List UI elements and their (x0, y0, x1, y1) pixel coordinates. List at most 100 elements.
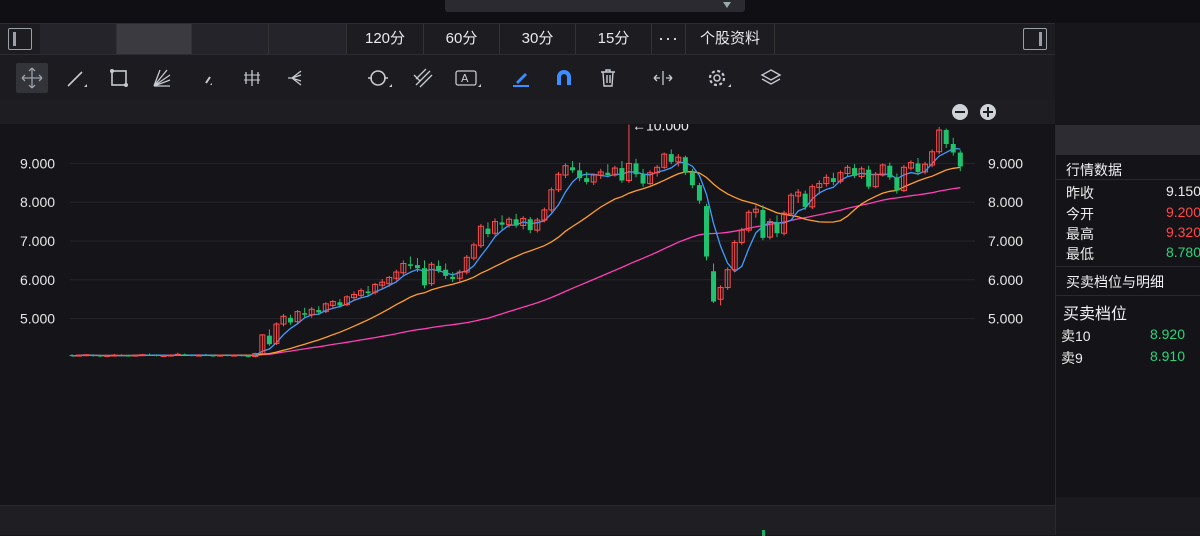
order-book-detail-title[interactable]: 买卖档位与明细 (1066, 272, 1164, 292)
tab-60min[interactable]: 60分 (424, 24, 500, 54)
candle-body-down (118, 355, 124, 357)
low-label: 最低 (1066, 246, 1094, 262)
fib-icon[interactable] (279, 63, 311, 93)
high-label: 最高 (1066, 226, 1094, 242)
low-value: 8.780 (1165, 244, 1200, 260)
candle-body-down (407, 264, 413, 266)
candle-body-down (414, 265, 420, 269)
candle-body-down (619, 168, 625, 181)
candle-body-down (957, 152, 963, 167)
candle-body-down (450, 276, 456, 280)
side-panel-footer (1056, 497, 1200, 535)
search-input[interactable] (445, 0, 745, 12)
y-tick-label-right: 6.000 (988, 272, 1023, 288)
moving-average-lines (71, 147, 961, 357)
candle-body-down (499, 222, 505, 225)
side-panel-header (1056, 125, 1200, 155)
high-row: 最高 9.320 (1066, 224, 1200, 244)
candle-body-down (337, 302, 343, 306)
y-tick-label-right: 9.000 (988, 155, 1023, 171)
arrow-icon[interactable] (192, 63, 224, 93)
settings-icon[interactable] (702, 63, 734, 93)
text-icon[interactable]: A (452, 63, 484, 93)
period-tab-blank-1[interactable] (40, 24, 117, 54)
candle-body-down (584, 178, 590, 183)
tab-15min[interactable]: 15分 (576, 24, 652, 54)
fan-icon[interactable] (146, 63, 178, 93)
pen-icon[interactable] (505, 63, 537, 93)
candle-body-down (436, 265, 442, 271)
chart-annotations: ←10.000 (632, 124, 689, 134)
line-icon[interactable] (60, 63, 92, 93)
magnet-icon[interactable] (548, 63, 580, 93)
y-axis-left: 9.000 8.000 7.000 6.000 5.000 (20, 155, 55, 326)
period-tab-blank-4[interactable] (269, 24, 347, 54)
candle-body-down (90, 355, 96, 357)
tab-30min[interactable]: 30分 (500, 24, 576, 54)
cycle-icon[interactable] (363, 63, 395, 93)
candle-body-down (760, 209, 766, 238)
chart-header-strip (0, 100, 1055, 124)
y-tick-label-right: 5.000 (988, 311, 1023, 327)
candle-body-down (704, 206, 709, 257)
candle-body-down (443, 269, 449, 276)
candle-body-down (210, 355, 216, 357)
more-periods-button[interactable]: ··· (652, 24, 686, 54)
candle-body-down (527, 219, 533, 231)
zoom-in-icon[interactable] (979, 103, 997, 121)
candle-body-up (231, 354, 238, 357)
candle-body-down (830, 178, 836, 183)
candle-body-down (182, 354, 188, 356)
ask10-value: 8.920 (1149, 326, 1185, 342)
candlestick-chart[interactable]: 9.000 8.000 7.000 6.000 5.000 9.000 8.000 7.00… (0, 124, 1055, 505)
right-panel-toggle-icon[interactable] (1023, 28, 1047, 50)
candle-body-down (689, 172, 695, 186)
layers-icon[interactable] (755, 63, 787, 93)
candle-body-up (195, 354, 202, 357)
ma5-line (71, 147, 961, 357)
candle-body-down (238, 355, 244, 357)
quote-side-panel: 行情数据 昨收 9.150 今开 9.200 最高 9.320 最低 8.780… (1055, 125, 1200, 535)
order-book-title: 买卖档位 (1063, 306, 1128, 323)
crosshair-icon[interactable] (16, 63, 48, 93)
period-tab-blank-2[interactable] (117, 24, 192, 54)
candle-body-down (577, 170, 583, 179)
ma60-line (71, 187, 961, 357)
measure-icon[interactable] (647, 63, 679, 93)
candle-body-down (288, 317, 294, 323)
channel-icon[interactable] (236, 63, 268, 93)
tab-stock-profile[interactable]: 个股资料 (686, 24, 775, 54)
candle-body-down (711, 271, 717, 302)
candle-body-up (76, 354, 83, 357)
candle-body-down (570, 167, 576, 171)
market-data-title: 行情数据 (1066, 162, 1122, 178)
candle-body-up (160, 354, 167, 357)
zoom-out-icon[interactable] (951, 103, 969, 121)
svg-text:A: A (461, 72, 469, 85)
trash-icon[interactable] (592, 63, 624, 93)
pitchfork-icon[interactable] (408, 63, 440, 93)
ask9-label: 卖9 (1061, 350, 1083, 366)
tab-120min[interactable]: 120分 (347, 24, 424, 54)
left-panel-toggle-icon[interactable] (8, 28, 32, 50)
candle-body-down (302, 313, 308, 315)
candle-body-down (894, 177, 900, 191)
candle-body-down (802, 193, 808, 207)
ma20-line (71, 166, 961, 357)
dropdown-triangle-icon[interactable] (723, 2, 731, 8)
y-axis-right: 9.000 8.000 7.000 6.000 5.000 (988, 155, 1023, 326)
rectangle-icon[interactable] (103, 63, 135, 93)
candle-body-down (696, 185, 702, 201)
divider (1056, 295, 1200, 296)
candle-body-up (174, 353, 181, 356)
candle-body-down (69, 355, 75, 357)
chart-scrollbar[interactable] (0, 505, 1055, 536)
candle-body-down (640, 174, 646, 184)
period-tab-blank-3[interactable] (192, 24, 269, 54)
y-tick-label-left: 9.000 (20, 155, 55, 171)
candle-body-down (97, 355, 103, 357)
candle-body-up (132, 354, 139, 357)
candle-body-down (203, 355, 209, 357)
candle-body-down (682, 157, 688, 173)
candle-body-down (485, 228, 491, 235)
